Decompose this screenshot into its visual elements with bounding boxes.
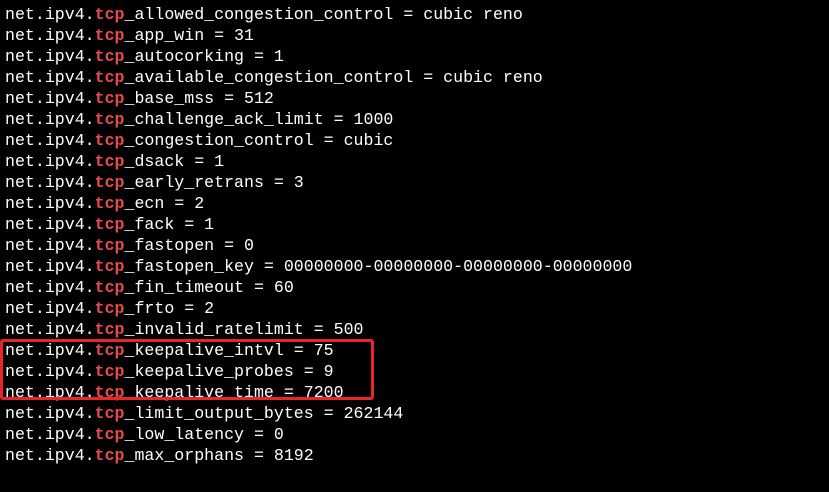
line-keyword: tcp [94, 131, 125, 150]
line-suffix: _allowed_congestion_control = cubic reno [124, 5, 523, 24]
line-prefix: net.ipv4. [5, 299, 95, 318]
terminal-line: net.ipv4.tcp_keepalive_intvl = 75 [5, 340, 829, 361]
line-suffix: _app_win = 31 [124, 26, 254, 45]
terminal-line: net.ipv4.tcp_keepalive_time = 7200 [5, 382, 829, 403]
line-prefix: net.ipv4. [5, 68, 95, 87]
line-keyword: tcp [94, 89, 125, 108]
line-suffix: _challenge_ack_limit = 1000 [124, 110, 394, 129]
line-prefix: net.ipv4. [5, 215, 95, 234]
line-keyword: tcp [94, 152, 125, 171]
line-suffix: _dsack = 1 [124, 152, 225, 171]
line-prefix: net.ipv4. [5, 362, 95, 381]
terminal-line: net.ipv4.tcp_max_orphans = 8192 [5, 445, 829, 466]
terminal-line: net.ipv4.tcp_challenge_ack_limit = 1000 [5, 109, 829, 130]
line-keyword: tcp [94, 215, 125, 234]
line-prefix: net.ipv4. [5, 425, 95, 444]
line-suffix: _early_retrans = 3 [124, 173, 304, 192]
line-prefix: net.ipv4. [5, 26, 95, 45]
terminal-line: net.ipv4.tcp_congestion_control = cubic [5, 130, 829, 151]
line-suffix: _autocorking = 1 [124, 47, 284, 66]
line-keyword: tcp [94, 362, 125, 381]
line-prefix: net.ipv4. [5, 47, 95, 66]
terminal-line: net.ipv4.tcp_fastopen_key = 00000000-000… [5, 256, 829, 277]
line-keyword: tcp [94, 404, 125, 423]
line-keyword: tcp [94, 47, 125, 66]
terminal-output[interactable]: net.ipv4.tcp_allowed_congestion_control … [0, 0, 829, 492]
terminal-line: net.ipv4.tcp_app_win = 31 [5, 25, 829, 46]
line-keyword: tcp [94, 194, 125, 213]
line-keyword: tcp [94, 110, 125, 129]
terminal-line: net.ipv4.tcp_keepalive_probes = 9 [5, 361, 829, 382]
line-prefix: net.ipv4. [5, 446, 95, 465]
line-suffix: _fastopen_key = 00000000-00000000-000000… [124, 257, 633, 276]
line-suffix: _keepalive_time = 7200 [124, 383, 344, 402]
line-prefix: net.ipv4. [5, 278, 95, 297]
line-suffix: _keepalive_probes = 9 [124, 362, 334, 381]
terminal-line: net.ipv4.tcp_available_congestion_contro… [5, 67, 829, 88]
line-suffix: _available_congestion_control = cubic re… [124, 68, 543, 87]
line-keyword: tcp [94, 68, 125, 87]
line-keyword: tcp [94, 5, 125, 24]
terminal-line: net.ipv4.tcp_low_latency = 0 [5, 424, 829, 445]
line-prefix: net.ipv4. [5, 341, 95, 360]
line-prefix: net.ipv4. [5, 404, 95, 423]
line-suffix: _low_latency = 0 [124, 425, 284, 444]
line-prefix: net.ipv4. [5, 173, 95, 192]
line-prefix: net.ipv4. [5, 131, 95, 150]
terminal-line: net.ipv4.tcp_base_mss = 512 [5, 88, 829, 109]
line-keyword: tcp [94, 26, 125, 45]
terminal-line: net.ipv4.tcp_fastopen = 0 [5, 235, 829, 256]
terminal-line: net.ipv4.tcp_autocorking = 1 [5, 46, 829, 67]
terminal-line: net.ipv4.tcp_invalid_ratelimit = 500 [5, 319, 829, 340]
line-suffix: _congestion_control = cubic [124, 131, 394, 150]
terminal-line: net.ipv4.tcp_frto = 2 [5, 298, 829, 319]
line-prefix: net.ipv4. [5, 89, 95, 108]
line-keyword: tcp [94, 173, 125, 192]
line-prefix: net.ipv4. [5, 257, 95, 276]
line-suffix: _ecn = 2 [124, 194, 205, 213]
line-keyword: tcp [94, 236, 125, 255]
line-suffix: _limit_output_bytes = 262144 [124, 404, 404, 423]
line-suffix: _frto = 2 [124, 299, 215, 318]
line-suffix: _fin_timeout = 60 [124, 278, 294, 297]
terminal-line: net.ipv4.tcp_fack = 1 [5, 214, 829, 235]
line-prefix: net.ipv4. [5, 236, 95, 255]
line-prefix: net.ipv4. [5, 110, 95, 129]
line-suffix: _fastopen = 0 [124, 236, 254, 255]
line-prefix: net.ipv4. [5, 383, 95, 402]
line-prefix: net.ipv4. [5, 320, 95, 339]
line-suffix: _invalid_ratelimit = 500 [124, 320, 364, 339]
terminal-line: net.ipv4.tcp_ecn = 2 [5, 193, 829, 214]
line-keyword: tcp [94, 341, 125, 360]
line-keyword: tcp [94, 257, 125, 276]
line-keyword: tcp [94, 446, 125, 465]
line-keyword: tcp [94, 320, 125, 339]
line-suffix: _base_mss = 512 [124, 89, 274, 108]
line-suffix: _max_orphans = 8192 [124, 446, 314, 465]
line-prefix: net.ipv4. [5, 152, 95, 171]
line-suffix: _fack = 1 [124, 215, 215, 234]
terminal-line: net.ipv4.tcp_fin_timeout = 60 [5, 277, 829, 298]
line-keyword: tcp [94, 278, 125, 297]
terminal-line: net.ipv4.tcp_allowed_congestion_control … [5, 4, 829, 25]
terminal-line: net.ipv4.tcp_early_retrans = 3 [5, 172, 829, 193]
line-keyword: tcp [94, 383, 125, 402]
line-suffix: _keepalive_intvl = 75 [124, 341, 334, 360]
line-keyword: tcp [94, 299, 125, 318]
line-keyword: tcp [94, 425, 125, 444]
terminal-line: net.ipv4.tcp_limit_output_bytes = 262144 [5, 403, 829, 424]
line-prefix: net.ipv4. [5, 194, 95, 213]
terminal-line: net.ipv4.tcp_dsack = 1 [5, 151, 829, 172]
line-prefix: net.ipv4. [5, 5, 95, 24]
